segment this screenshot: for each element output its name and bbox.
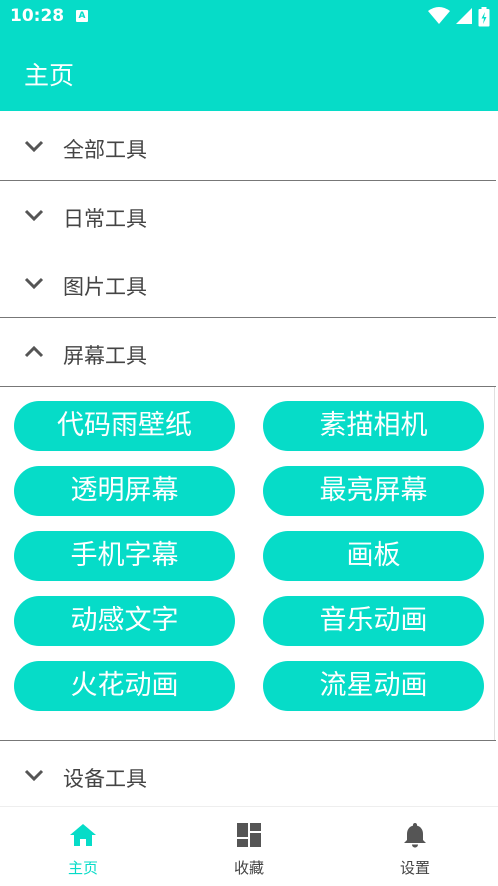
tool-button-sketch-camera[interactable]: 素描相机 <box>263 401 484 451</box>
chevron-down-icon <box>24 277 44 290</box>
section-label: 设备工具 <box>63 767 147 791</box>
nav-item-home[interactable]: 主页 <box>0 807 166 886</box>
section-label: 日常工具 <box>63 207 147 231</box>
wifi-icon <box>427 7 450 24</box>
section-image-tools[interactable]: 图片工具 <box>0 249 496 318</box>
bell-icon <box>404 823 426 848</box>
app-bar: 主页 <box>0 34 498 111</box>
section-device-tools[interactable]: 设备工具 <box>0 740 496 810</box>
section-label: 屏幕工具 <box>63 344 147 368</box>
status-time: 10:28 <box>10 6 65 26</box>
section-screen-tools[interactable]: 屏幕工具 <box>0 318 496 387</box>
tool-button-dynamic-text[interactable]: 动感文字 <box>14 596 235 646</box>
page-title: 主页 <box>24 61 75 90</box>
home-icon <box>70 824 96 846</box>
status-bar: 10:28 A <box>0 0 498 34</box>
tool-button-music-animation[interactable]: 音乐动画 <box>263 596 484 646</box>
nav-label: 主页 <box>67 859 98 877</box>
tool-button-drawing-board[interactable]: 画板 <box>263 531 484 581</box>
nav-item-favorites[interactable]: 收藏 <box>166 807 332 886</box>
tool-button-brightest-screen[interactable]: 最亮屏幕 <box>263 466 484 516</box>
section-label: 图片工具 <box>63 275 147 299</box>
tool-button-transparent-screen[interactable]: 透明屏幕 <box>14 466 235 516</box>
tool-button-spark-animation[interactable]: 火花动画 <box>14 661 235 711</box>
chevron-down-icon <box>24 769 44 782</box>
chevron-down-icon <box>24 209 44 222</box>
bottom-navigation: 主页 收藏 设置 <box>0 806 498 886</box>
chevron-down-icon <box>24 140 44 153</box>
section-label: 全部工具 <box>63 138 147 162</box>
chevron-up-icon <box>24 345 44 358</box>
section-daily-tools[interactable]: 日常工具 <box>0 181 496 250</box>
tool-button-code-rain-wallpaper[interactable]: 代码雨壁纸 <box>14 401 235 451</box>
nav-item-settings[interactable]: 设置 <box>332 807 498 886</box>
notification-badge-icon: A <box>76 10 88 22</box>
tool-button-meteor-animation[interactable]: 流星动画 <box>263 661 484 711</box>
section-all-tools[interactable]: 全部工具 <box>0 112 496 181</box>
nav-label: 设置 <box>399 859 430 877</box>
status-icons <box>427 7 490 27</box>
tool-button-phone-subtitles[interactable]: 手机字幕 <box>14 531 235 581</box>
dashboard-icon <box>237 823 261 847</box>
battery-icon <box>478 7 490 27</box>
signal-icon <box>455 8 472 24</box>
nav-label: 收藏 <box>233 859 264 877</box>
